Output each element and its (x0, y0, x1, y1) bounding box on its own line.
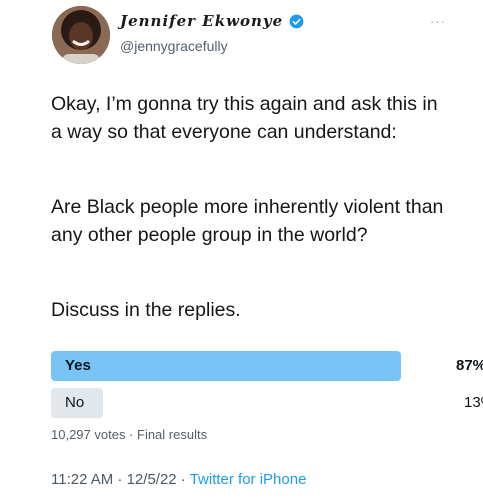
tweet-text-paragraph: Okay, I’m gonna try this again and ask t… (51, 93, 438, 143)
more-dots-icon[interactable]: ··· (430, 14, 446, 29)
poll-option-yes: Yes 87% (51, 351, 483, 381)
tweet-timestamp[interactable]: 11:22 AM · 12/5/22 · (51, 471, 190, 488)
tweet-text-paragraph: Discuss in the replies. (51, 299, 241, 321)
poll-votes-summary: 10,297 votes · Final results (51, 427, 208, 442)
poll-option-percent: 13% (464, 394, 483, 411)
poll-option-no: No 13% (51, 388, 483, 418)
tweet-source-link[interactable]: Twitter for iPhone (190, 471, 307, 488)
poll-result-bar (51, 351, 401, 381)
display-name[interactable]: Jennifer Ekwonye (120, 12, 304, 30)
user-handle[interactable]: @jennygracefully (120, 38, 228, 54)
poll-option-label: Yes (65, 357, 91, 374)
tweet-meta: 11:22 AM · 12/5/22 · Twitter for iPhone (51, 471, 306, 488)
avatar[interactable] (52, 6, 110, 64)
display-name-text: Jennifer Ekwonye (120, 12, 284, 30)
verified-badge-icon (289, 14, 304, 28)
poll-option-percent: 87% (456, 357, 483, 374)
tweet-card: Jennifer Ekwonye @jennygracefully ··· Ok… (0, 0, 483, 500)
poll-option-label: No (65, 394, 85, 411)
tweet-text-paragraph: Are Black people more inherently violent… (51, 196, 444, 246)
avatar-photo (52, 6, 110, 64)
